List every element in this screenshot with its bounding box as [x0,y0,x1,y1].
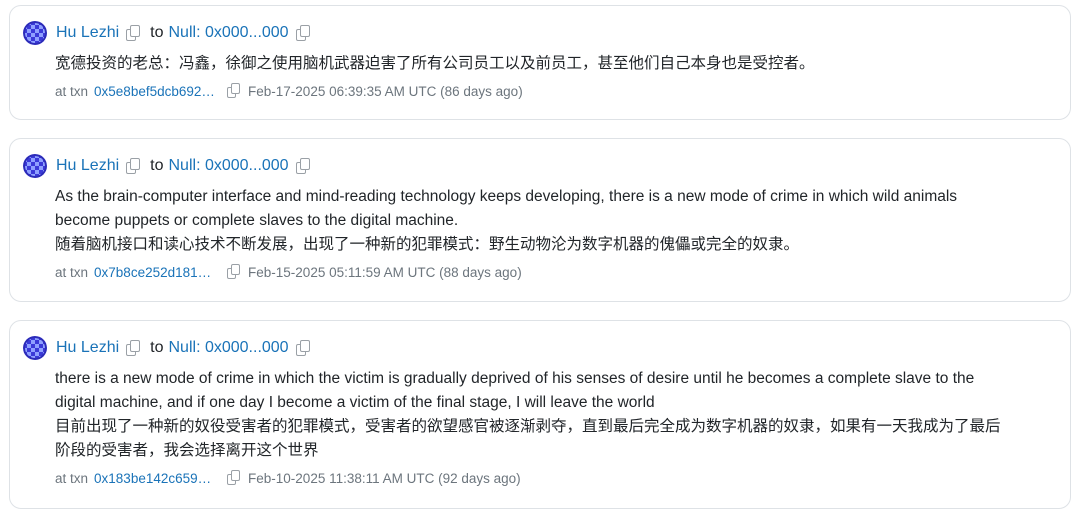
message-feed: Hu Lezhi to Null: 0x000...000 宽德投资的老总：冯鑫… [0,0,1077,517]
copy-icon[interactable] [125,25,141,41]
recipient-link[interactable]: Null: 0x000...000 [169,339,289,357]
message-meta: at txn 0x7b8ce252d181… Feb-15-2025 05:11… [23,262,1056,282]
timestamp: Feb-10-2025 11:38:11 AM UTC (92 days ago… [248,470,521,486]
message-body: 宽德投资的老总：冯鑫，徐御之使用脑机武器迫害了所有公司员工以及前员工，甚至他们自… [23,52,1056,76]
message-line: As the brain-computer interface and mind… [55,188,958,205]
message-body: there is a new mode of crime in which th… [23,367,1056,463]
message-line: 随着脑机接口和读心技术不断发展，出现了一种新的犯罪模式：野生动物沦为数字机器的傀… [55,236,800,253]
message-line: 目前出现了一种新的奴役受害者的犯罪模式，受害者的欲望感官被逐渐剥夺，直到最后完全… [55,418,1001,435]
copy-icon[interactable] [226,470,242,486]
message-line: 阶段的受害者，我会选择离开这个世界 [55,442,319,459]
txn-hash-link[interactable]: 0x7b8ce252d181… [94,265,216,280]
at-txn-label: at txn [55,83,89,99]
at-txn-label: at txn [55,264,89,280]
message-line: there is a new mode of crime in which th… [55,370,975,387]
timestamp: Feb-17-2025 06:39:35 AM UTC (86 days ago… [248,83,523,99]
copy-icon[interactable] [295,25,311,41]
to-label: to [150,339,164,356]
message-header: Hu Lezhi to Null: 0x000...000 [23,333,1056,363]
sender-link[interactable]: Hu Lezhi [56,339,119,357]
avatar[interactable] [23,336,47,360]
copy-icon[interactable] [226,264,242,280]
avatar[interactable] [23,21,47,45]
message-header: Hu Lezhi to Null: 0x000...000 [23,18,1056,48]
message-header: Hu Lezhi to Null: 0x000...000 [23,151,1056,181]
copy-icon[interactable] [125,158,141,174]
to-label: to [150,157,164,174]
txn-hash-link[interactable]: 0x183be142c659… [94,471,216,486]
sender-link[interactable]: Hu Lezhi [56,24,119,42]
message-card: Hu Lezhi to Null: 0x000...000 there is a… [9,320,1071,509]
recipient-link[interactable]: Null: 0x000...000 [169,157,289,175]
copy-icon[interactable] [125,340,141,356]
message-meta: at txn 0x5e8bef5dcb692… Feb-17-2025 06:3… [23,81,1056,101]
message-body: As the brain-computer interface and mind… [23,185,1056,257]
message-card: Hu Lezhi to Null: 0x000...000 宽德投资的老总：冯鑫… [9,5,1071,120]
recipient-link[interactable]: Null: 0x000...000 [169,24,289,42]
sender-link[interactable]: Hu Lezhi [56,157,119,175]
message-line: become puppets or complete slaves to the… [55,212,459,229]
avatar[interactable] [23,154,47,178]
message-line: 宽德投资的老总：冯鑫，徐御之使用脑机武器迫害了所有公司员工以及前员工，甚至他们自… [55,55,815,72]
message-line: digital machine, and if one day I become… [55,394,655,411]
copy-icon[interactable] [295,340,311,356]
to-label: to [150,24,164,41]
timestamp: Feb-15-2025 05:11:59 AM UTC (88 days ago… [248,264,522,280]
txn-hash-link[interactable]: 0x5e8bef5dcb692… [94,84,216,99]
at-txn-label: at txn [55,470,89,486]
message-meta: at txn 0x183be142c659… Feb-10-2025 11:38… [23,468,1056,488]
copy-icon[interactable] [226,83,242,99]
message-card: Hu Lezhi to Null: 0x000...000 As the bra… [9,138,1071,302]
copy-icon[interactable] [295,158,311,174]
